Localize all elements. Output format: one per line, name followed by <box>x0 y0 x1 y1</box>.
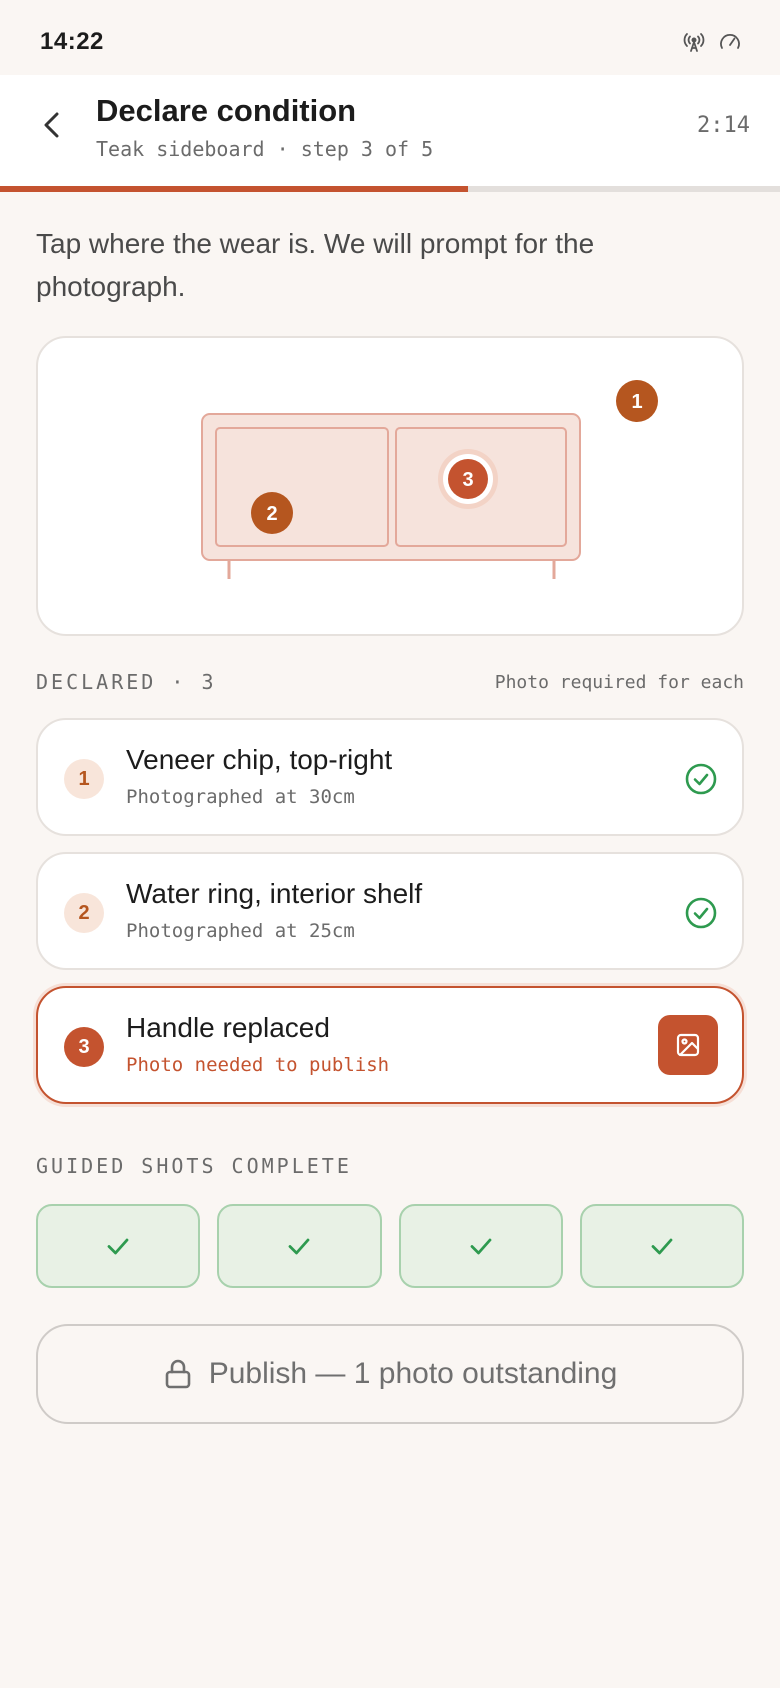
condition-diagram[interactable]: 1 2 3 <box>36 336 744 636</box>
status-icons <box>682 30 742 54</box>
back-button[interactable] <box>34 105 70 145</box>
check-icon <box>107 1238 129 1255</box>
antenna-icon <box>683 33 705 52</box>
step-timer: 2:14 <box>697 113 750 138</box>
check-icon <box>288 1238 310 1255</box>
guided-shot-3[interactable] <box>398 1204 563 1288</box>
guided-shots-grid <box>36 1204 744 1288</box>
item-status: Photo needed to publish <box>126 1054 390 1076</box>
publish-label: Publish — 1 photo outstanding <box>208 1357 618 1390</box>
step-progress-fill <box>0 186 468 192</box>
svg-text:3: 3 <box>462 469 473 491</box>
svg-text:1: 1 <box>631 391 642 413</box>
item-number-badge: 2 <box>64 893 104 933</box>
declared-heading: DECLARED · 3 <box>36 670 217 694</box>
declared-note: Photo required for each <box>494 672 744 693</box>
svg-text:2: 2 <box>266 503 277 525</box>
page-subtitle: Teak sideboard · step 3 of 5 <box>96 137 434 161</box>
step-progress-bar <box>0 186 780 192</box>
status-time: 14:22 <box>40 28 104 55</box>
item-number-badge: 1 <box>64 759 104 799</box>
declared-item-1[interactable]: 1 Veneer chip, top-right Photographed at… <box>36 718 744 836</box>
add-photo-button[interactable] <box>658 1015 718 1075</box>
declared-item-3[interactable]: 3 Handle replaced Photo needed to publis… <box>36 986 744 1104</box>
publish-button[interactable]: Publish — 1 photo outstanding <box>36 1324 744 1424</box>
sideboard-illustration: 1 2 3 <box>201 380 658 579</box>
lock-icon <box>165 1359 190 1389</box>
item-status: Photographed at 25cm <box>126 920 355 942</box>
check-icon <box>470 1238 492 1255</box>
instruction-text: Tap where the wear is. We will prompt fo… <box>36 228 595 302</box>
declared-item-2[interactable]: 2 Water ring, interior shelf Photographe… <box>36 852 744 970</box>
item-label: Water ring, interior shelf <box>126 878 423 909</box>
item-number-badge: 3 <box>64 1027 104 1067</box>
diagram-marker-3[interactable]: 3 <box>438 449 498 509</box>
check-circle-icon <box>685 897 717 929</box>
guided-shot-2[interactable] <box>217 1204 382 1288</box>
check-icon <box>651 1238 673 1255</box>
guided-shot-4[interactable] <box>579 1204 744 1288</box>
item-status: Photographed at 30cm <box>126 786 355 808</box>
status-bar: 14:22 <box>0 0 780 75</box>
guided-shots-heading: GUIDED SHOTS COMPLETE <box>36 1154 352 1178</box>
diagram-marker-1[interactable]: 1 <box>616 380 658 422</box>
diagram-marker-2[interactable]: 2 <box>251 492 293 534</box>
image-icon <box>676 1033 700 1057</box>
item-label: Handle replaced <box>126 1012 330 1043</box>
chevron-left-icon <box>44 112 59 138</box>
speedometer-icon <box>720 34 740 49</box>
page-title: Declare condition <box>96 93 357 128</box>
guided-shot-1[interactable] <box>36 1204 201 1288</box>
left-door <box>215 427 389 547</box>
check-circle-icon <box>685 763 717 795</box>
top-app-bar: Declare condition Teak sideboard · step … <box>0 75 780 188</box>
item-label: Veneer chip, top-right <box>126 744 393 775</box>
